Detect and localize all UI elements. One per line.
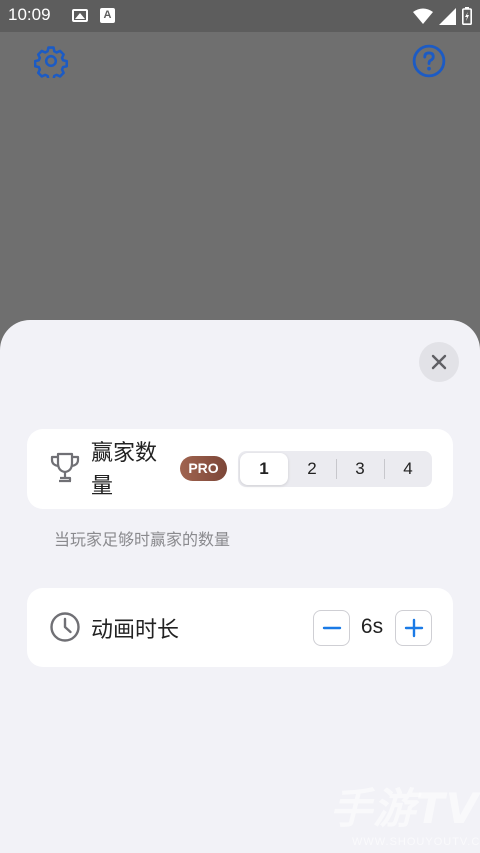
trophy-icon	[50, 452, 80, 483]
winners-card: 赢家数量 PRO 1 2 3 4	[27, 429, 453, 509]
watermark-url: WWW.SHOUYOUTV.COM	[352, 836, 480, 848]
plus-icon	[404, 618, 423, 638]
image-icon	[72, 9, 88, 22]
watermark-logo: 手游TV	[330, 784, 480, 833]
winners-option-label: 4	[403, 459, 413, 478]
increase-button[interactable]	[395, 610, 432, 646]
segment-divider	[384, 459, 385, 479]
animation-label: 动画时长	[91, 618, 180, 643]
help-icon[interactable]	[412, 44, 446, 78]
minus-icon	[322, 626, 341, 630]
signal-icon	[439, 7, 456, 25]
winners-option-label: 3	[355, 459, 365, 478]
clock-icon	[50, 612, 80, 642]
settings-sheet: 赢家数量 PRO 1 2 3 4 当玩家足够时赢家的数量 动画时长 6s	[0, 320, 480, 853]
gear-icon[interactable]	[34, 44, 68, 78]
decrease-button[interactable]	[313, 610, 350, 646]
wifi-icon	[413, 8, 433, 24]
status-right-icons	[413, 7, 472, 25]
winners-option-label: 1	[259, 459, 269, 478]
winners-option-label: 2	[307, 459, 317, 478]
segment-divider	[336, 459, 337, 479]
duration-value: 6s	[360, 615, 384, 638]
status-bar: 10:09 A	[0, 0, 480, 32]
winners-option-4[interactable]: 4	[384, 451, 432, 487]
winners-option-2[interactable]: 2	[288, 451, 336, 487]
animation-card: 动画时长 6s	[27, 588, 453, 667]
winners-segmented-control: 1 2 3 4	[238, 451, 432, 487]
pro-badge: PRO	[180, 456, 227, 481]
winners-option-1[interactable]: 1	[240, 453, 288, 485]
winners-option-3[interactable]: 3	[336, 451, 384, 487]
close-icon	[431, 354, 447, 370]
winners-label: 赢家数量	[91, 441, 158, 499]
status-time: 10:09	[8, 5, 51, 24]
battery-icon	[462, 7, 472, 25]
winners-hint: 当玩家足够时赢家的数量	[54, 530, 231, 549]
background-screen	[0, 32, 480, 332]
a-icon: A	[100, 8, 115, 23]
close-button[interactable]	[419, 342, 459, 382]
